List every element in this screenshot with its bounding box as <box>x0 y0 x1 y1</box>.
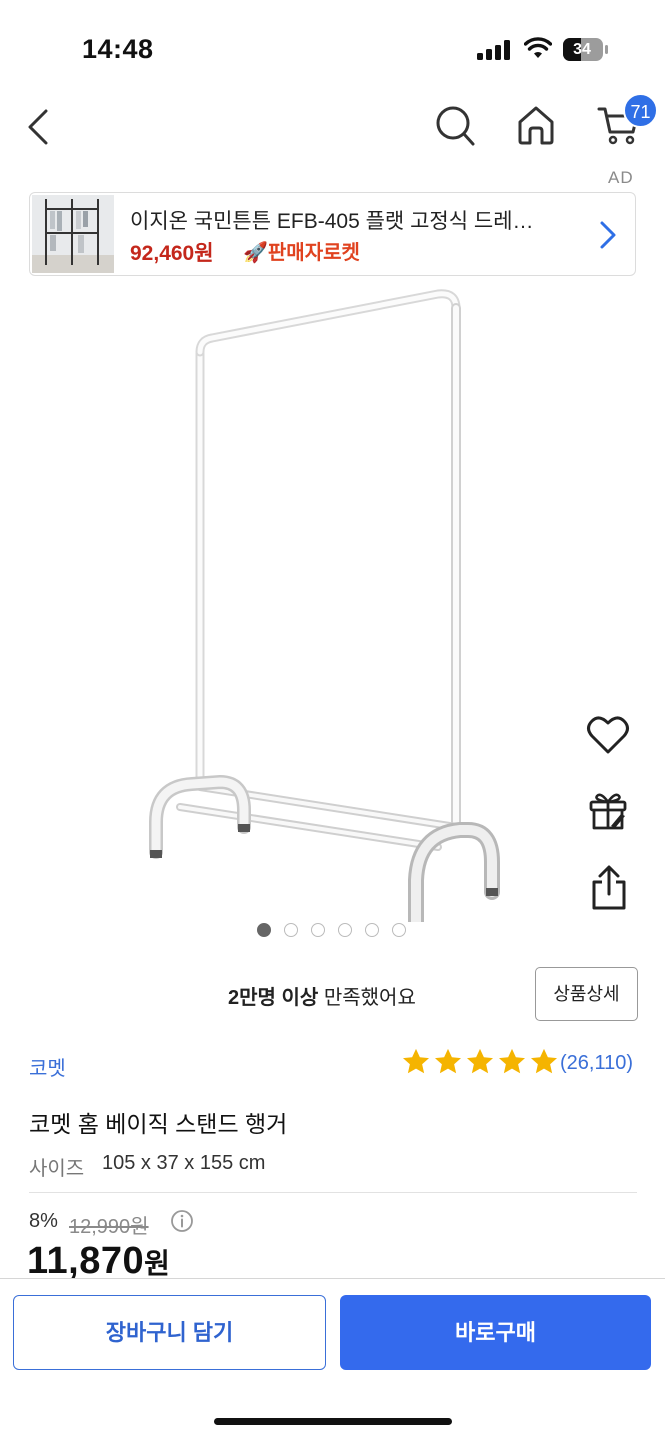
wifi-icon <box>524 37 552 58</box>
discount-rate: 8% <box>29 1210 58 1232</box>
brand-link[interactable]: 코멧 <box>29 1052 66 1081</box>
image-pagination <box>257 923 406 939</box>
add-to-cart-button[interactable]: 장바구니 담기 <box>13 1295 326 1370</box>
product-title: 코멧 홈 베이직 스탠드 행거 <box>29 1111 288 1137</box>
search-icon[interactable] <box>434 104 476 148</box>
battery-indicator: 34 <box>563 38 609 61</box>
star-icon <box>403 1048 429 1074</box>
final-price-unit: 원 <box>144 1248 171 1279</box>
star-icon <box>499 1048 525 1074</box>
satisfaction-rest: 만족했어요 <box>318 987 416 1009</box>
satisfaction-text: 2만명 이상 만족했어요 <box>228 981 416 1010</box>
cart-count-badge[interactable]: 71 <box>623 93 658 128</box>
cellular-signal-icon <box>477 40 510 60</box>
star-rating[interactable] <box>401 1047 559 1077</box>
star-icon <box>435 1048 461 1074</box>
pagination-dot[interactable] <box>311 923 325 937</box>
final-price-value: 11,870 <box>27 1240 145 1282</box>
ad-price: 92,460원 <box>130 242 214 265</box>
purchase-bar: 장바구니 담기 바로구매 <box>0 1278 665 1440</box>
back-arrow-icon[interactable] <box>24 106 58 148</box>
size-value: 105 x 37 x 155 cm <box>102 1152 266 1174</box>
pagination-dot[interactable] <box>392 923 406 937</box>
pagination-dot[interactable] <box>365 923 379 937</box>
product-detail-button[interactable]: 상품상세 <box>535 967 638 1021</box>
ad-label: AD <box>608 168 634 187</box>
product-image[interactable] <box>120 282 540 922</box>
chevron-right-icon <box>600 221 616 249</box>
seller-rocket-badge: 🚀판매자로켓 <box>243 242 360 264</box>
gift-rocket-icon[interactable] <box>587 790 629 832</box>
pagination-dot[interactable] <box>257 923 271 937</box>
heart-icon[interactable] <box>586 714 630 756</box>
satisfaction-bold: 2만명 이상 <box>228 987 319 1009</box>
status-time: 14:48 <box>82 34 154 64</box>
pagination-dot[interactable] <box>284 923 298 937</box>
ad-banner[interactable]: 이지온 국민튼튼 EFB-405 플랫 고정식 드레… 92,460원 🚀판매자… <box>29 192 636 276</box>
size-label: 사이즈 <box>29 1158 85 1180</box>
home-indicator[interactable] <box>214 1418 452 1425</box>
status-bar: 14:48 34 <box>0 0 665 96</box>
share-icon[interactable] <box>589 864 629 912</box>
info-icon[interactable] <box>170 1209 194 1233</box>
divider <box>29 1192 637 1193</box>
review-count-link[interactable]: (26,110) <box>560 1052 633 1075</box>
final-price: 11,870원 <box>27 1240 170 1283</box>
original-price: 12,990원 <box>69 1216 149 1238</box>
home-icon[interactable] <box>516 104 556 146</box>
ad-thumbnail-image <box>32 195 114 273</box>
top-navigation <box>0 96 665 166</box>
ad-product-title: 이지온 국민튼튼 EFB-405 플랫 고정식 드레… <box>130 210 534 233</box>
buy-now-button[interactable]: 바로구매 <box>340 1295 651 1370</box>
star-icon <box>531 1048 557 1074</box>
pagination-dot[interactable] <box>338 923 352 937</box>
battery-level: 34 <box>573 41 591 58</box>
star-icon <box>467 1048 493 1074</box>
